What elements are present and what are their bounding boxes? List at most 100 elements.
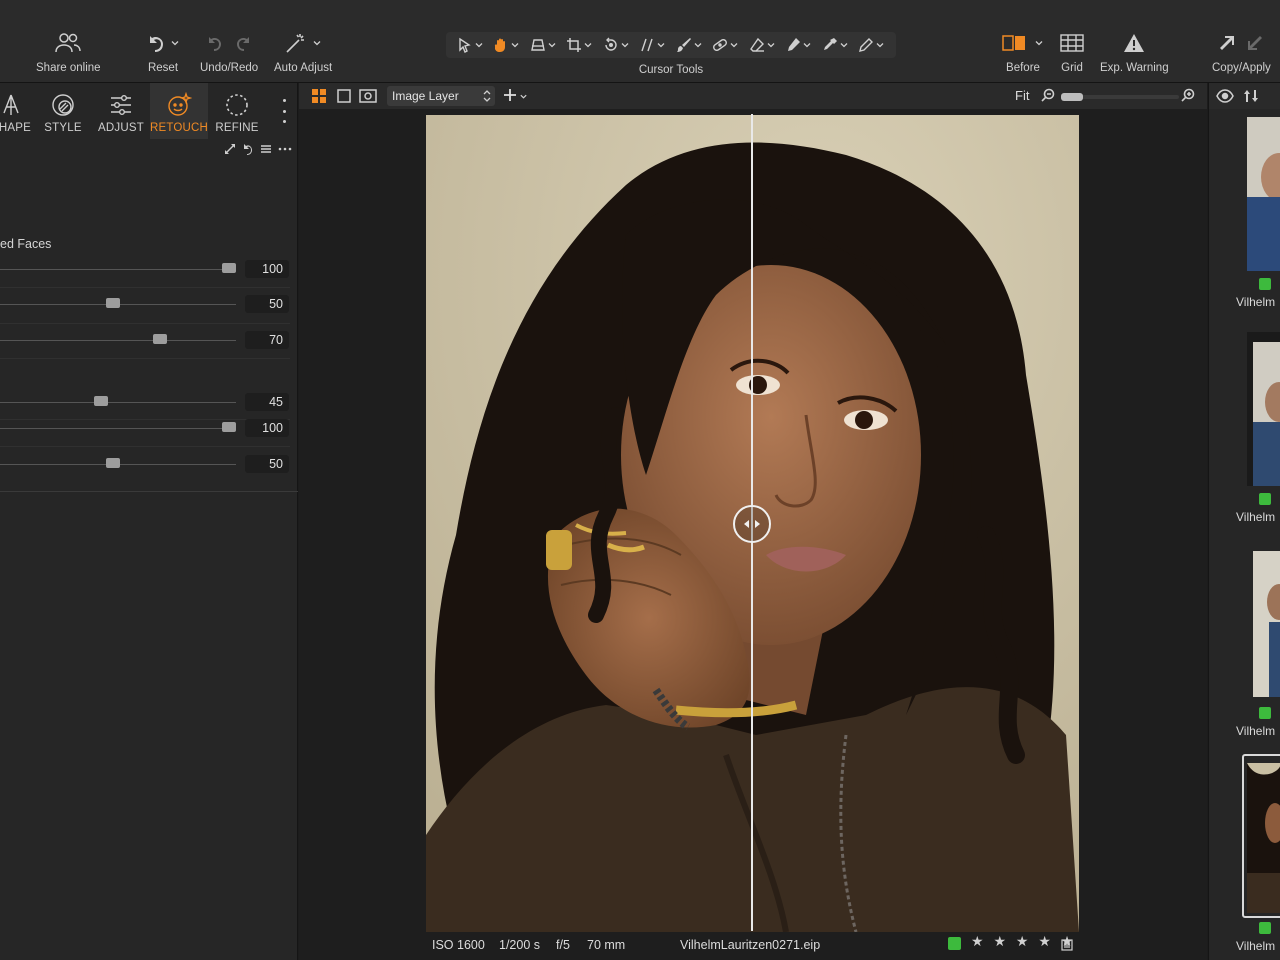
slider-value[interactable]: 45 [245,393,289,411]
auto-adjust-button[interactable]: Auto Adjust [274,28,332,74]
slider-knob[interactable] [221,263,236,273]
filename: VilhelmLauritzen0271.eip [680,938,821,952]
chevron-down-icon[interactable] [519,92,528,101]
color-tag-green[interactable] [1259,922,1271,934]
erase-tool[interactable] [749,37,776,53]
proof-view-icon[interactable] [359,88,377,104]
slider-track[interactable] [0,402,236,403]
thumbnail-image[interactable] [1247,763,1280,913]
single-view-icon[interactable] [336,88,352,104]
brush-tool[interactable] [676,37,703,53]
chevron-down-icon[interactable] [656,40,666,50]
eye-icon[interactable] [1216,89,1234,103]
thumbnail-image[interactable] [1247,117,1280,271]
slider-value[interactable]: 100 [245,419,289,437]
undo-icon[interactable] [206,34,224,52]
expand-icon[interactable] [224,143,236,155]
chevron-down-icon[interactable] [875,40,885,50]
chevron-down-icon[interactable] [583,40,593,50]
keystone-tool[interactable] [530,37,557,53]
compare-split-handle[interactable] [733,505,771,543]
crop-tool[interactable] [566,37,593,53]
heal-tool[interactable] [712,37,739,53]
refine-icon [226,94,248,116]
chevron-down-icon[interactable] [1034,38,1044,48]
slider-value[interactable]: 50 [245,295,289,313]
gradient-tool[interactable] [785,37,812,53]
tab-refine[interactable]: REFINE [208,83,266,139]
presets-icon[interactable] [260,143,272,155]
slider-knob[interactable] [94,396,109,406]
info-list-icon[interactable] [1061,939,1073,951]
thumbnail-image[interactable] [1247,547,1280,701]
grid-icon [1060,34,1084,52]
zoom-slider-knob[interactable] [1061,93,1083,101]
slider-knob[interactable] [106,298,121,308]
add-layer-icon[interactable] [503,88,517,102]
zoom-in-icon[interactable] [1181,88,1196,103]
chevron-down-icon[interactable] [170,38,180,48]
picker-tool[interactable] [822,37,849,53]
more-options-icon[interactable] [279,99,289,123]
slider-value[interactable]: 100 [245,260,289,278]
slider-track[interactable] [0,340,236,341]
slider-knob[interactable] [153,334,168,344]
copy-apply-label: Copy/Apply [1212,62,1271,74]
color-tag-green[interactable] [1259,493,1271,505]
rotate-tool[interactable] [603,37,630,53]
copy-apply-button[interactable]: Copy/Apply [1212,28,1271,74]
thumbnail-image[interactable] [1247,332,1280,486]
arrow-cursor-icon [459,37,471,53]
tab-style[interactable]: STYLE [34,83,92,139]
before-button[interactable]: Before [1002,28,1044,74]
redo-icon[interactable] [234,34,252,52]
color-tag-green[interactable] [948,937,961,950]
pan-tool[interactable] [493,37,520,53]
multi-view-icon[interactable] [311,88,327,104]
zoom-out-icon[interactable] [1041,88,1056,103]
cursor-tools-group [446,32,896,58]
slider-value[interactable]: 50 [245,455,289,473]
chevron-down-icon[interactable] [839,40,849,50]
tab-adjust[interactable]: ADJUST [92,83,150,139]
chevron-down-icon[interactable] [802,40,812,50]
chevron-down-icon[interactable] [693,40,703,50]
slider-knob[interactable] [221,422,236,432]
tab-style-label: STYLE [44,122,82,134]
sort-icon[interactable] [1243,89,1259,103]
chevron-down-icon[interactable] [474,40,484,50]
zoom-fit-label[interactable]: Fit [1015,88,1029,103]
grid-button[interactable]: Grid [1060,28,1084,74]
reset-label: Reset [147,62,179,74]
undo-redo-group[interactable]: Undo/Redo [200,28,258,74]
chevron-down-icon[interactable] [510,40,520,50]
reset-tool-icon[interactable] [242,143,254,155]
color-tag-green[interactable] [1259,278,1271,290]
chevron-down-icon[interactable] [729,40,739,50]
slider-knob[interactable] [106,458,121,468]
share-online-button[interactable]: Share online [36,28,101,74]
chevron-down-icon[interactable] [547,40,557,50]
chevron-down-icon[interactable] [766,40,776,50]
chevron-down-icon[interactable] [620,40,630,50]
slider-row: 50 [0,294,298,316]
crop-icon [567,38,582,52]
color-tag-green[interactable] [1259,707,1271,719]
tab-retouch[interactable]: RETOUCH [150,83,208,139]
slider-value[interactable]: 70 [245,331,289,349]
apply-arrow-icon [1248,36,1263,50]
thumbnail-name: Vilhelm [1236,939,1276,953]
layer-select[interactable]: Image Layer [387,86,495,106]
more-icon[interactable] [278,143,292,155]
straighten-tool[interactable] [639,37,666,53]
tab-shape[interactable]: SHAPE [0,83,34,139]
magic-wand-icon [286,34,305,53]
select-tool[interactable] [457,37,484,53]
updown-chevron-icon [483,90,491,102]
slider-track[interactable] [0,269,236,270]
annotate-tool[interactable] [858,37,885,53]
slider-track[interactable] [0,428,236,429]
reset-button[interactable]: Reset [146,28,180,74]
chevron-down-icon[interactable] [312,38,322,48]
exposure-warning-button[interactable]: Exp. Warning [1100,28,1169,74]
